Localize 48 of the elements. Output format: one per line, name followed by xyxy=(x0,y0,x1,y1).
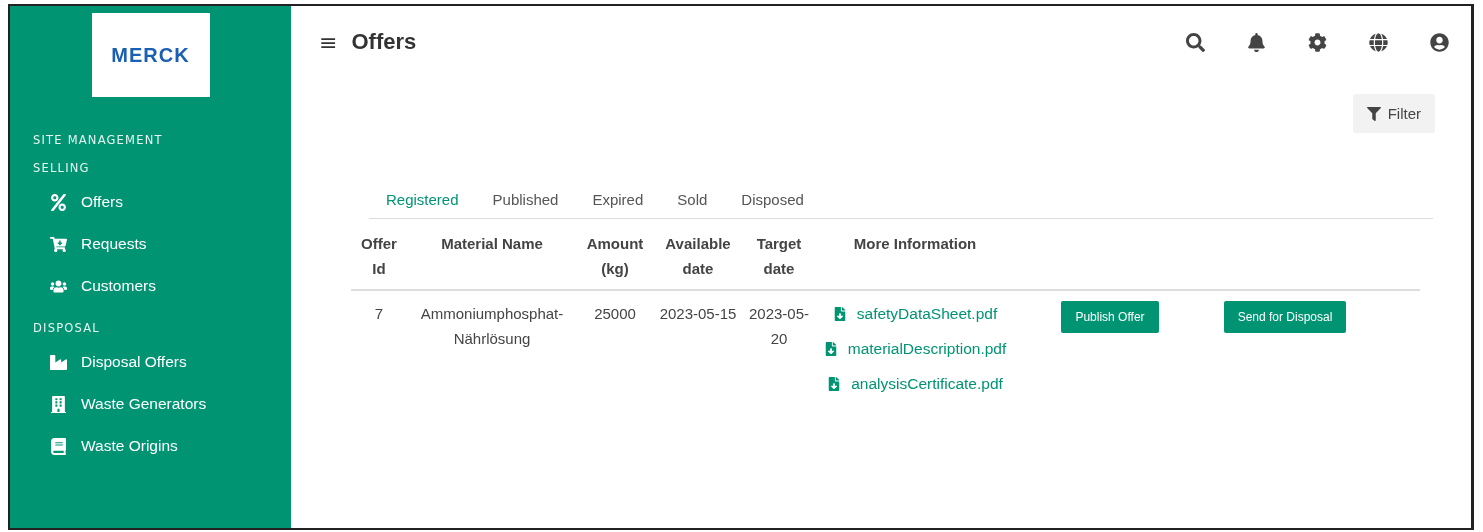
search-icon[interactable] xyxy=(1186,32,1205,52)
tab[interactable]: Registered xyxy=(369,183,476,218)
section-title: SITE MANAGEMENT xyxy=(32,133,164,147)
percent-icon xyxy=(50,193,67,211)
bell-icon[interactable] xyxy=(1247,32,1266,52)
file-link[interactable]: analysisCertificate.pdf xyxy=(827,375,1003,393)
column-header: Amount (kg) xyxy=(585,234,645,279)
tab[interactable]: Sold xyxy=(660,183,725,218)
filter-button[interactable]: Filter xyxy=(1352,94,1435,133)
cart-icon xyxy=(50,235,67,253)
column-header: More Information xyxy=(852,234,978,254)
tab[interactable]: Expired xyxy=(575,183,661,218)
file-download-icon xyxy=(827,377,842,391)
table-cell-text: 7 xyxy=(373,304,385,324)
sidebar-item[interactable]: Offers xyxy=(10,181,291,223)
globe-icon[interactable] xyxy=(1369,32,1388,52)
tab[interactable]: Disposed xyxy=(724,183,821,218)
file-download-icon xyxy=(832,307,847,321)
sidebar-item[interactable]: Requests xyxy=(10,223,291,265)
section-title: SELLING xyxy=(32,161,91,175)
book-icon xyxy=(50,437,67,455)
filter-icon xyxy=(1366,106,1381,121)
column-header: Material Name xyxy=(440,234,544,254)
menu-icon[interactable]: ≡ xyxy=(319,29,338,55)
action-button[interactable]: Send for Disposal xyxy=(1223,301,1347,333)
file-link[interactable]: safetyDataSheet.pdf xyxy=(832,305,998,323)
logo: MERCK xyxy=(91,13,210,97)
table-cell-text: 2023-05-15 xyxy=(658,304,738,324)
table-cell-text: 25000 xyxy=(593,304,637,324)
file-download-icon xyxy=(823,342,838,356)
file-link[interactable]: materialDescription.pdf xyxy=(823,340,1007,358)
column-header: Available date xyxy=(664,234,732,279)
settings-icon[interactable] xyxy=(1308,32,1327,52)
sidebar-item[interactable]: Waste Origins xyxy=(10,425,291,467)
page-title: Offers xyxy=(351,29,418,55)
column-header: Target date xyxy=(755,234,803,279)
factory-icon xyxy=(50,353,67,371)
user-icon[interactable] xyxy=(1430,32,1449,52)
action-button[interactable]: Publish Offer xyxy=(1061,301,1159,333)
section-title: DISPOSAL xyxy=(32,321,101,335)
table-cell-text: Ammoniumphosphat-Nährlösung xyxy=(419,304,565,349)
column-header: Offer Id xyxy=(360,234,398,279)
building-icon xyxy=(50,395,67,413)
sidebar-item[interactable]: Customers xyxy=(10,265,291,307)
tab[interactable]: Published xyxy=(475,183,576,218)
sidebar-item[interactable]: Waste Generators xyxy=(10,383,291,425)
sidebar-item[interactable]: Disposal Offers xyxy=(10,341,291,383)
table-cell-text: 2023-05-20 xyxy=(747,304,810,349)
